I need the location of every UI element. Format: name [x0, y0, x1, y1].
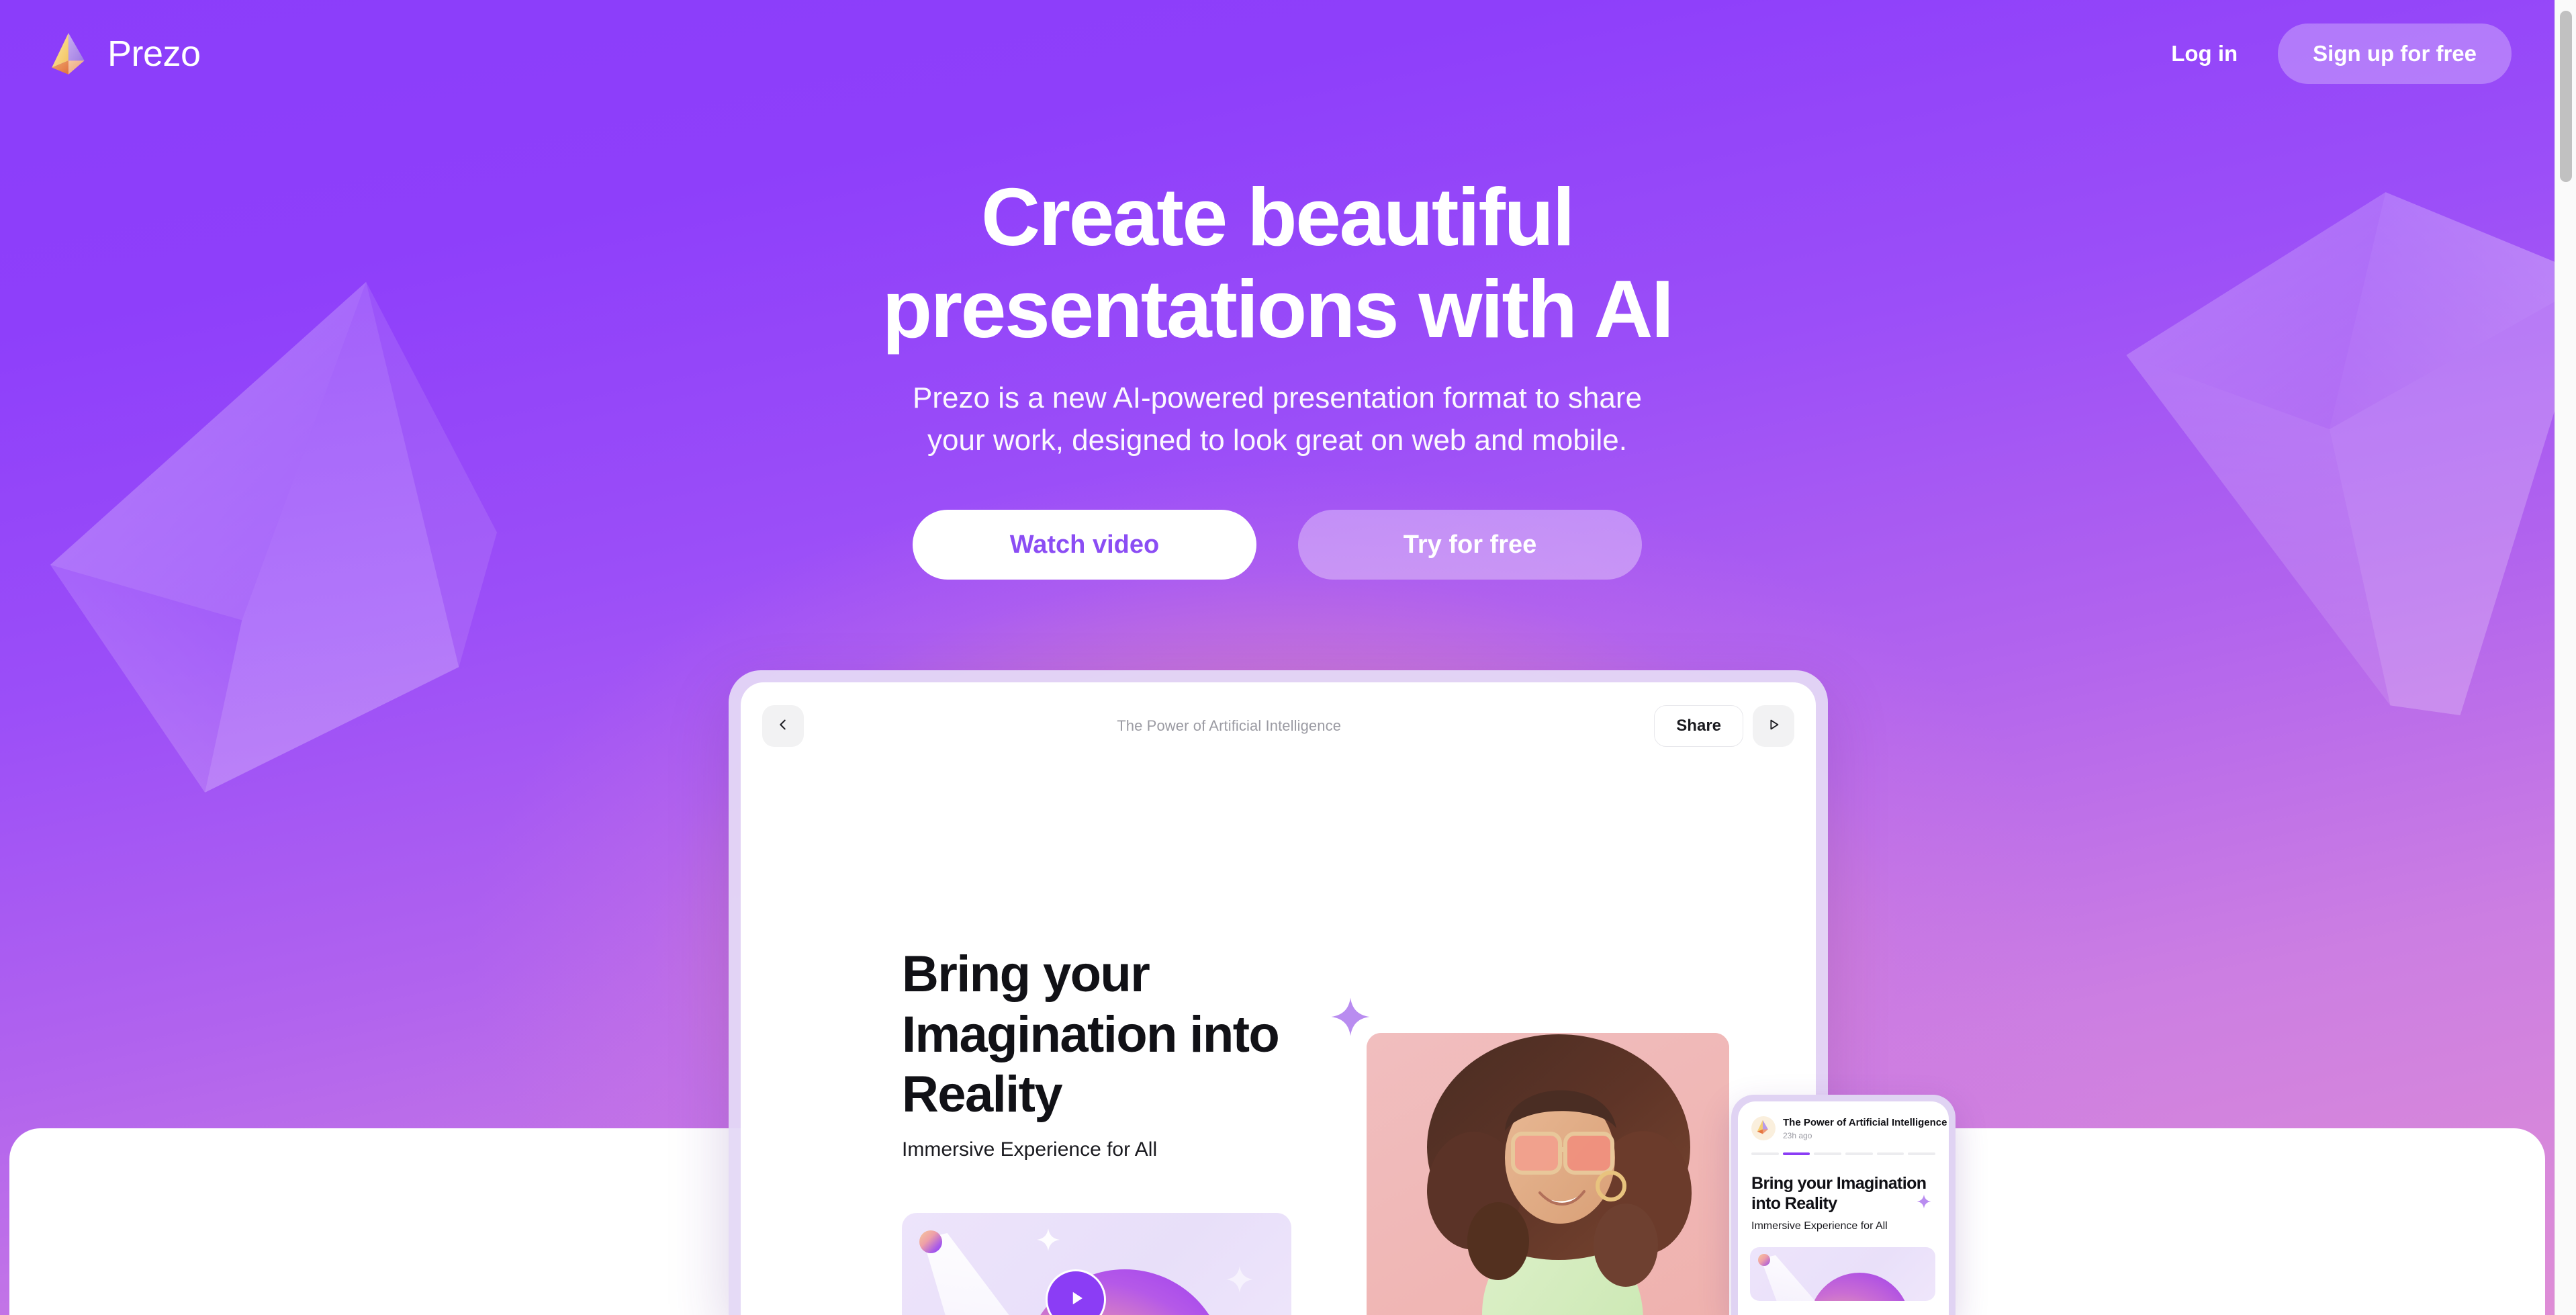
avatar [1751, 1116, 1776, 1140]
prezo-pyramid-logo-icon [48, 30, 93, 77]
slide-canvas: Bring your Imagination into Reality Imme… [741, 770, 1816, 1315]
page-scrollbar[interactable] [2555, 0, 2576, 1315]
slide-subtitle: Immersive Experience for All [902, 1138, 1158, 1161]
prezo-pyramid-avatar-icon [1756, 1119, 1771, 1138]
mobile-slide-title: Bring your Imagination into Reality [1751, 1174, 1927, 1213]
watch-video-button[interactable]: Watch video [913, 510, 1256, 580]
progress-segment-active [1782, 1152, 1810, 1155]
hero-cta-group: Watch video Try for free [913, 510, 1642, 580]
progress-segment [1908, 1152, 1936, 1155]
progress-segment [1751, 1152, 1779, 1155]
mobile-timestamp: 23h ago [1783, 1130, 1812, 1140]
mobile-post-header: The Power of Artificial Intelligence 23h… [1751, 1116, 1947, 1140]
present-button[interactable] [1753, 705, 1794, 747]
page-title: Create beautiful presentations with AI [774, 171, 1781, 355]
mobile-video-card[interactable] [1750, 1247, 1935, 1301]
brand-name-text: Prezo [107, 34, 201, 74]
hero-title-line-1: Create beautiful [981, 171, 1575, 263]
play-icon [1064, 1287, 1087, 1313]
video-orb-graphic [919, 1230, 942, 1253]
presentation-title: The Power of Artificial Intelligence [1117, 717, 1342, 734]
mobile-presentation-title: The Power of Artificial Intelligence [1783, 1116, 1947, 1128]
try-for-free-button[interactable]: Try for free [1298, 510, 1642, 580]
mobile-preview-device: The Power of Artificial Intelligence 23h… [1731, 1095, 1956, 1315]
mobile-post-meta: The Power of Artificial Intelligence 23h… [1783, 1117, 1947, 1140]
login-button[interactable]: Log in [2154, 30, 2255, 77]
play-triangle-icon [1766, 717, 1781, 735]
brand-logo-link[interactable]: Prezo [48, 30, 201, 77]
app-preview-device: The Power of Artificial Intelligence Sha… [729, 670, 1828, 1315]
mobile-progress-bar[interactable] [1751, 1152, 1936, 1155]
app-toolbar-actions: Share [1654, 705, 1794, 747]
scrollbar-thumb[interactable] [2560, 11, 2572, 182]
sparkle-icon [1226, 1265, 1254, 1297]
top-navigation-bar: Prezo Log in Sign up for free [0, 0, 2555, 107]
slide-heading-block: Bring your Imagination into Reality Imme… [902, 944, 1370, 1161]
mobile-slide-subtitle: Immersive Experience for All [1751, 1220, 1888, 1232]
mobile-video-sphere-graphic [1809, 1273, 1910, 1301]
signup-button[interactable]: Sign up for free [2278, 24, 2512, 84]
chevron-left-icon [776, 717, 790, 735]
woman-with-phone-illustration [1367, 1033, 1729, 1315]
sparkle-icon [1330, 997, 1371, 1037]
mobile-slide-title-block: Bring your Imagination into Reality [1751, 1173, 1935, 1214]
back-button[interactable] [762, 705, 804, 747]
progress-segment [1876, 1152, 1904, 1155]
mobile-screen: The Power of Artificial Intelligence 23h… [1738, 1101, 1949, 1315]
app-screen: The Power of Artificial Intelligence Sha… [741, 682, 1816, 1315]
hero-title-line-2: presentations with AI [882, 263, 1674, 355]
slide-photo-card [1367, 1033, 1729, 1315]
app-toolbar: The Power of Artificial Intelligence Sha… [741, 682, 1816, 770]
slide-video-card[interactable] [902, 1213, 1291, 1315]
share-button[interactable]: Share [1654, 705, 1743, 747]
progress-segment [1814, 1152, 1842, 1155]
mobile-video-orb-graphic [1758, 1254, 1770, 1266]
progress-segment [1845, 1152, 1873, 1155]
slide-title: Bring your Imagination into Reality [902, 946, 1280, 1124]
sparkle-icon [1917, 1193, 1931, 1214]
sparkle-icon [1036, 1228, 1060, 1255]
nav-actions: Log in Sign up for free [2154, 24, 2512, 84]
landing-page-root: Prezo Log in Sign up for free Create bea… [0, 0, 2576, 1315]
hero-subtitle: Prezo is a new AI-powered presentation f… [913, 381, 1642, 457]
